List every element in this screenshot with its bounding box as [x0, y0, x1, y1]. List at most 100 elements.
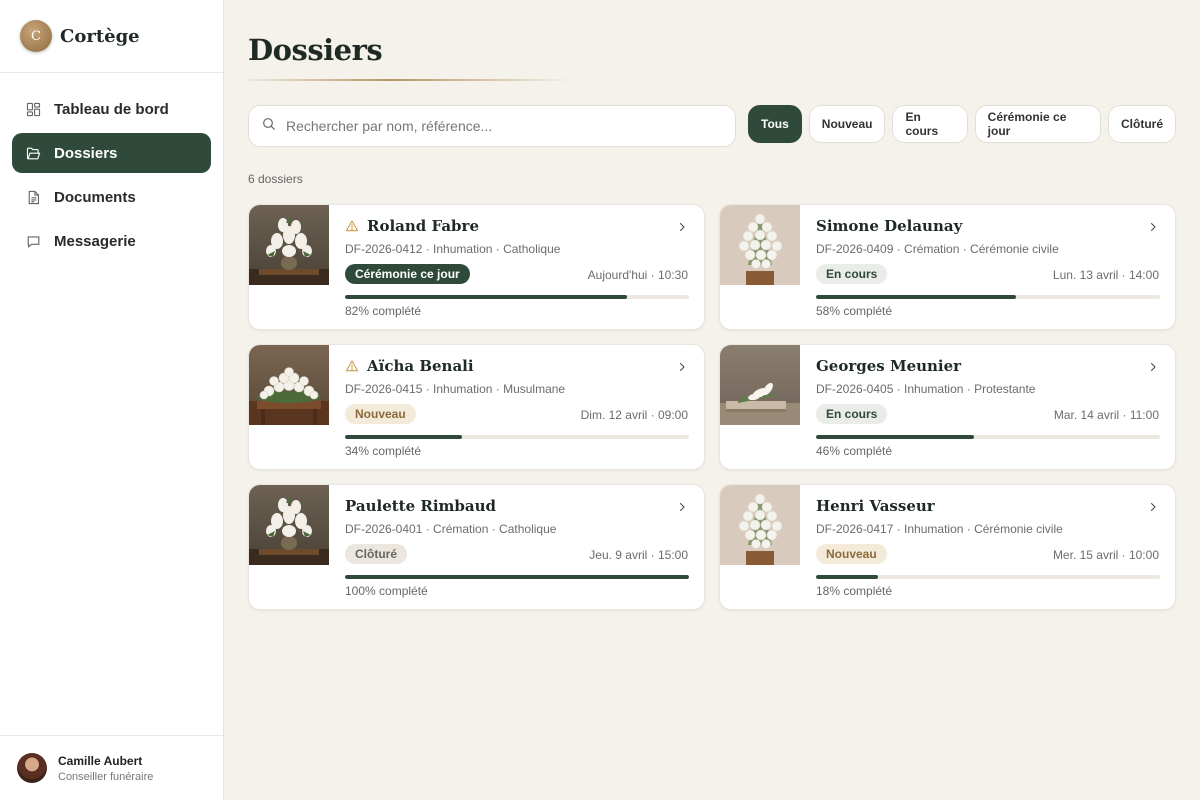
sidebar-item-label: Dossiers	[54, 144, 118, 162]
dossier-name-row: Aïcha Benali	[345, 357, 474, 375]
dossier-meta: DF-2026-0401 · Crémation · Catholique	[345, 522, 557, 536]
progress-bar	[345, 435, 689, 439]
progress-fill	[345, 575, 689, 579]
user-info: Camille Aubert Conseiller funéraire	[58, 754, 153, 783]
filter-ceremonie-ce-jour[interactable]: Cérémonie ce jour	[974, 105, 1101, 143]
progress-label: 18% complété	[816, 584, 893, 598]
progress-label: 34% complété	[345, 444, 422, 458]
dossier-meta: DF-2026-0417 · Inhumation · Cérémonie ci…	[816, 522, 1063, 536]
search-box[interactable]	[248, 105, 736, 147]
filter-tous[interactable]: Tous	[748, 105, 802, 143]
avatar	[17, 753, 47, 783]
dossier-thumbnail	[249, 345, 329, 425]
sidebar-nav: Tableau de bord Dossiers Documents Messager…	[0, 73, 223, 261]
dossier-meta: DF-2026-0412 · Inhumation · Catholique	[345, 242, 561, 256]
progress-fill	[816, 295, 1016, 299]
status-badge: Nouveau	[345, 404, 416, 424]
dossier-name-row: Roland Fabre	[345, 217, 479, 235]
dossier-grid: Roland Fabre DF-2026-0412 · Inhumation · …	[248, 204, 1176, 610]
search-input[interactable]	[286, 118, 716, 134]
warning-icon	[345, 219, 359, 233]
progress-label: 100% complété	[345, 584, 428, 598]
sidebar-item-documents[interactable]: Documents	[12, 177, 211, 217]
page-title: Dossiers	[248, 33, 383, 67]
dossier-thumbnail	[720, 345, 800, 425]
dossier-name: Aïcha Benali	[367, 357, 474, 375]
ceremony-date: Dim. 12 avril · 09:00	[580, 408, 688, 422]
filter-cloture[interactable]: Clôturé	[1108, 105, 1176, 143]
dossier-thumbnail	[720, 485, 800, 565]
folder-icon	[24, 144, 42, 162]
dossier-meta: DF-2026-0415 · Inhumation · Musulmane	[345, 382, 566, 396]
progress-bar	[816, 575, 1160, 579]
status-badge: En cours	[816, 404, 888, 424]
progress-bar	[345, 575, 689, 579]
progress-bar	[816, 295, 1160, 299]
progress-fill	[816, 575, 878, 579]
sidebar-item-label: Documents	[54, 188, 136, 206]
progress-label: 82% complété	[345, 304, 422, 318]
dossier-meta: DF-2026-0409 · Crémation · Cérémonie civ…	[816, 242, 1059, 256]
progress-label: 58% complété	[816, 304, 893, 318]
status-badge: Nouveau	[816, 544, 887, 564]
dossier-name: Roland Fabre	[367, 217, 479, 235]
progress-fill	[816, 435, 975, 439]
search-icon	[261, 116, 277, 137]
chevron-right-icon[interactable]	[1147, 360, 1159, 372]
ceremony-date: Aujourd'hui · 10:30	[587, 268, 688, 282]
sidebar-item-label: Tableau de bord	[54, 100, 169, 118]
dossier-name-row: Henri Vasseur	[816, 497, 935, 515]
dossier-count: 6 dossiers	[248, 172, 303, 186]
dossier-card[interactable]: Paulette Rimbaud DF-2026-0401 · Crémation…	[248, 484, 705, 610]
sidebar-item-label: Messagerie	[54, 232, 136, 250]
user-role: Conseiller funéraire	[58, 770, 154, 783]
chevron-right-icon[interactable]	[1147, 220, 1159, 232]
filter-chips: Tous Nouveau En cours Cérémonie ce jour Clôt…	[748, 105, 1176, 143]
dashboard-icon	[24, 100, 42, 118]
progress-fill	[345, 435, 462, 439]
brand[interactable]: C Cortège	[0, 0, 223, 73]
dossier-card[interactable]: Simone Delaunay DF-2026-0409 · Crémation …	[719, 204, 1176, 330]
dossier-card[interactable]: Henri Vasseur DF-2026-0417 · Inhumation ·…	[719, 484, 1176, 610]
progress-fill	[345, 295, 628, 299]
warning-icon	[345, 359, 359, 373]
progress-bar	[816, 435, 1160, 439]
progress-label: 46% complété	[816, 444, 893, 458]
ceremony-date: Lun. 13 avril · 14:00	[1052, 268, 1159, 282]
sidebar-item-dossiers[interactable]: Dossiers	[12, 133, 211, 173]
dossier-thumbnail	[720, 205, 800, 285]
status-badge: Cérémonie ce jour	[345, 264, 470, 284]
progress-bar	[345, 295, 689, 299]
user-profile[interactable]: Camille Aubert Conseiller funéraire	[0, 735, 223, 800]
dossier-name-row: Paulette Rimbaud	[345, 497, 496, 515]
dossier-name: Simone Delaunay	[816, 217, 963, 235]
dossier-name-row: Simone Delaunay	[816, 217, 962, 235]
dossier-thumbnail	[249, 205, 329, 285]
status-badge: Clôturé	[345, 544, 407, 564]
user-name: Camille Aubert	[58, 753, 143, 768]
brand-logo: C	[20, 20, 52, 52]
sidebar-item-messagerie[interactable]: Messagerie	[12, 221, 211, 261]
dossier-name: Georges Meunier	[816, 357, 962, 375]
ceremony-date: Mer. 15 avril · 10:00	[1052, 548, 1159, 562]
sidebar: C Cortège Tableau de bord Dossiers Documen…	[0, 0, 224, 800]
chevron-right-icon[interactable]	[1147, 500, 1159, 512]
filter-nouveau[interactable]: Nouveau	[808, 105, 886, 143]
chevron-right-icon[interactable]	[676, 360, 688, 372]
dossier-name: Henri Vasseur	[816, 497, 935, 515]
filter-en-cours[interactable]: En cours	[892, 105, 968, 143]
dossier-card[interactable]: Georges Meunier DF-2026-0405 · Inhumation…	[719, 344, 1176, 470]
dossier-meta: DF-2026-0405 · Inhumation · Protestante	[816, 382, 1036, 396]
dossier-thumbnail	[249, 485, 329, 565]
dossier-name-row: Georges Meunier	[816, 357, 961, 375]
ceremony-date: Mar. 14 avril · 11:00	[1053, 408, 1159, 422]
message-icon	[24, 232, 42, 250]
chevron-right-icon[interactable]	[676, 500, 688, 512]
chevron-right-icon[interactable]	[676, 220, 688, 232]
dossier-name: Paulette Rimbaud	[345, 497, 497, 515]
brand-name: Cortège	[60, 25, 140, 47]
dossier-card[interactable]: Roland Fabre DF-2026-0412 · Inhumation · …	[248, 204, 705, 330]
sidebar-item-tableau-de-bord[interactable]: Tableau de bord	[12, 89, 211, 129]
dossier-card[interactable]: Aïcha Benali DF-2026-0415 · Inhumation · …	[248, 344, 705, 470]
status-badge: En cours	[816, 264, 888, 284]
